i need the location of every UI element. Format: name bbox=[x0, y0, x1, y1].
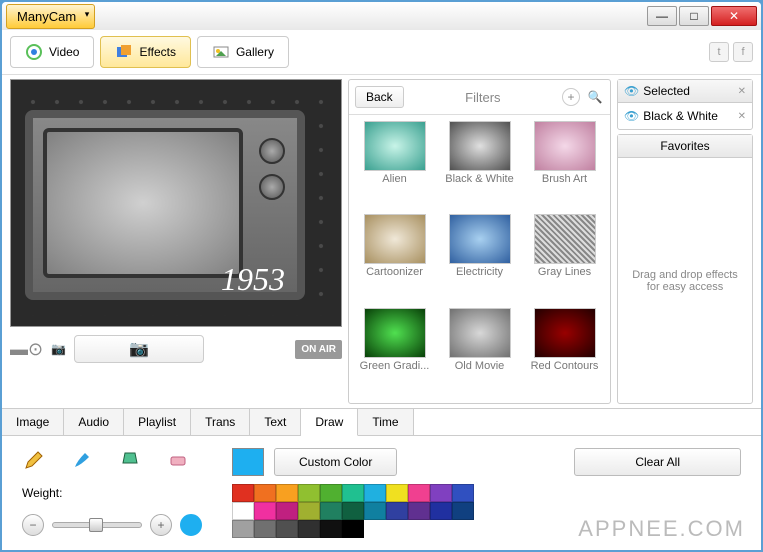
snapshot-button[interactable]: 📷 bbox=[74, 335, 204, 363]
video-icon bbox=[25, 43, 43, 61]
tab-effects[interactable]: Effects bbox=[100, 36, 190, 68]
weight-minus[interactable]: − bbox=[22, 514, 44, 536]
bottom-tab-time[interactable]: Time bbox=[358, 409, 413, 435]
color-swatch[interactable] bbox=[276, 484, 298, 502]
color-swatch[interactable] bbox=[320, 520, 342, 538]
preview-year-overlay: 1953 bbox=[221, 261, 285, 298]
selected-panel: 👁 Selected ✕ 👁 Black & White ✕ bbox=[617, 79, 753, 130]
minimize-button[interactable]: — bbox=[647, 6, 677, 26]
color-swatch[interactable] bbox=[364, 502, 386, 520]
weight-preview bbox=[180, 514, 202, 536]
color-swatch[interactable] bbox=[430, 484, 452, 502]
eye-icon: 👁 bbox=[624, 84, 639, 98]
filters-back-button[interactable]: Back bbox=[355, 86, 404, 108]
weight-label: Weight: bbox=[22, 486, 202, 500]
filter-item[interactable]: Electricity bbox=[440, 214, 519, 303]
color-swatch[interactable] bbox=[320, 502, 342, 520]
selected-title: Selected bbox=[643, 84, 690, 98]
filter-item[interactable]: Brush Art bbox=[525, 121, 604, 210]
clear-all-button[interactable]: Clear All bbox=[574, 448, 741, 476]
color-swatch[interactable] bbox=[254, 520, 276, 538]
effects-icon bbox=[115, 43, 133, 61]
color-swatch[interactable] bbox=[232, 502, 254, 520]
bottom-tab-trans[interactable]: Trans bbox=[191, 409, 250, 435]
main-toolbar: Video Effects Gallery t f bbox=[2, 30, 761, 75]
current-color[interactable] bbox=[232, 448, 264, 476]
draw-panel: Weight: − + Custom Color Clear All bbox=[2, 436, 761, 550]
color-swatch[interactable] bbox=[298, 484, 320, 502]
tab-gallery-label: Gallery bbox=[236, 45, 274, 59]
color-swatch[interactable] bbox=[298, 502, 320, 520]
color-swatch[interactable] bbox=[408, 502, 430, 520]
selected-effect-label: Black & White bbox=[643, 109, 718, 123]
tab-gallery[interactable]: Gallery bbox=[197, 36, 289, 68]
filter-item[interactable]: Green Gradi... bbox=[355, 308, 434, 397]
filters-panel: Back Filters + 🔍 AlienBlack & WhiteBrush… bbox=[348, 79, 611, 404]
color-swatch[interactable] bbox=[254, 502, 276, 520]
color-swatch[interactable] bbox=[364, 484, 386, 502]
maximize-button[interactable]: □ bbox=[679, 6, 709, 26]
twitter-button[interactable]: t bbox=[709, 42, 729, 62]
color-swatch[interactable] bbox=[320, 484, 342, 502]
onair-indicator: ON AIR bbox=[295, 340, 342, 359]
camera-icon: 📷 bbox=[129, 339, 149, 359]
favorites-title: Favorites bbox=[660, 139, 709, 153]
bucket-tool[interactable] bbox=[118, 448, 142, 472]
camera-strip-icon[interactable]: ▬⊙ bbox=[10, 339, 43, 360]
titlebar: ManyCam — □ ✕ bbox=[2, 2, 761, 30]
camera-small-icon[interactable]: 📷 bbox=[51, 342, 66, 356]
filter-item[interactable]: Old Movie bbox=[440, 308, 519, 397]
favorites-hint: Drag and drop effects for easy access bbox=[618, 158, 752, 403]
bottom-tab-image[interactable]: Image bbox=[2, 409, 64, 435]
add-filter-button[interactable]: + bbox=[562, 88, 580, 106]
pencil-tool[interactable] bbox=[22, 448, 46, 472]
tab-video[interactable]: Video bbox=[10, 36, 94, 68]
filter-item[interactable]: Gray Lines bbox=[525, 214, 604, 303]
filter-item[interactable]: Cartoonizer bbox=[355, 214, 434, 303]
color-swatch[interactable] bbox=[232, 520, 254, 538]
custom-color-button[interactable]: Custom Color bbox=[274, 448, 397, 476]
bottom-tab-text[interactable]: Text bbox=[250, 409, 301, 435]
color-swatch[interactable] bbox=[254, 484, 276, 502]
color-swatch[interactable] bbox=[342, 502, 364, 520]
brush-tool[interactable] bbox=[70, 448, 94, 472]
favorites-panel: Favorites Drag and drop effects for easy… bbox=[617, 134, 753, 404]
color-swatch[interactable] bbox=[232, 484, 254, 502]
search-filter-button[interactable]: 🔍 bbox=[586, 88, 604, 106]
eye-icon: 👁 bbox=[624, 109, 639, 123]
tab-effects-label: Effects bbox=[139, 45, 175, 59]
filter-item[interactable]: Red Contours bbox=[525, 308, 604, 397]
close-button[interactable]: ✕ bbox=[711, 6, 757, 26]
video-preview: 1953 bbox=[10, 79, 342, 327]
color-swatch[interactable] bbox=[342, 520, 364, 538]
selected-close[interactable]: ✕ bbox=[738, 86, 746, 97]
filters-title: Filters bbox=[410, 90, 556, 105]
weight-plus[interactable]: + bbox=[150, 514, 172, 536]
color-swatch[interactable] bbox=[430, 502, 452, 520]
color-swatch[interactable] bbox=[342, 484, 364, 502]
selected-effect[interactable]: 👁 Black & White ✕ bbox=[618, 103, 752, 129]
weight-slider[interactable] bbox=[52, 522, 142, 528]
color-swatch[interactable] bbox=[452, 502, 474, 520]
color-swatch[interactable] bbox=[298, 520, 320, 538]
app-menu-button[interactable]: ManyCam bbox=[6, 4, 95, 29]
remove-effect[interactable]: ✕ bbox=[738, 111, 746, 122]
gallery-icon bbox=[212, 43, 230, 61]
color-swatch[interactable] bbox=[408, 484, 430, 502]
tab-video-label: Video bbox=[49, 45, 79, 59]
color-swatch[interactable] bbox=[276, 502, 298, 520]
facebook-button[interactable]: f bbox=[733, 42, 753, 62]
color-swatch[interactable] bbox=[386, 502, 408, 520]
filter-item[interactable]: Alien bbox=[355, 121, 434, 210]
bottom-tab-playlist[interactable]: Playlist bbox=[124, 409, 191, 435]
color-swatch[interactable] bbox=[386, 484, 408, 502]
eraser-tool[interactable] bbox=[166, 448, 190, 472]
color-swatch[interactable] bbox=[276, 520, 298, 538]
bottom-tab-audio[interactable]: Audio bbox=[64, 409, 124, 435]
color-swatch[interactable] bbox=[452, 484, 474, 502]
bottom-tab-draw[interactable]: Draw bbox=[301, 409, 358, 436]
filter-item[interactable]: Black & White bbox=[440, 121, 519, 210]
